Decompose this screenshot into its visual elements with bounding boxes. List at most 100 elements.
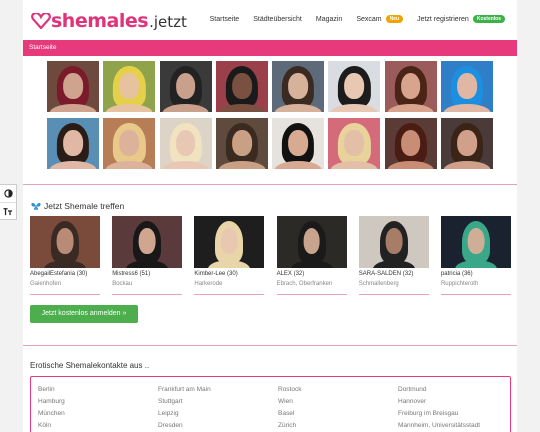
thumb-figure (277, 216, 347, 268)
profile-photo[interactable] (103, 61, 156, 112)
free-badge: Kostenlos (472, 15, 505, 23)
profile-thumbnail[interactable] (194, 216, 265, 268)
photo-face (385, 228, 403, 255)
profile-name[interactable]: ALEX (32) (277, 271, 347, 277)
profile-cards: AbegailEstefania (30) Gaienhofen Mistress6… (30, 216, 511, 295)
photo-face (63, 73, 83, 99)
card-underline (440, 294, 511, 295)
city-link[interactable]: Stuttgart (158, 398, 278, 410)
photo-shoulders (387, 104, 435, 112)
profile-thumbnail[interactable] (440, 216, 511, 268)
profile-location: Bockau (112, 281, 133, 287)
profile-name[interactable]: SARA-SALDEN (32) (359, 271, 429, 277)
nav-register[interactable]: Jetzt registrieren Kostenlos (417, 15, 505, 23)
photo-face (56, 228, 74, 255)
city-column: Frankfurt am Main Stuttgart Leipzig Dresden (158, 386, 278, 432)
photo-row (47, 118, 493, 169)
contrast-button[interactable] (0, 185, 16, 202)
nav-label: Magazin (315, 15, 343, 23)
profile-photo[interactable] (272, 61, 325, 112)
city-link[interactable]: Köln (38, 422, 158, 432)
profile-name[interactable]: AbegailEstefania (30) (30, 271, 100, 277)
main-nav: Startseite Städteübersicht Magazin Sexca… (196, 15, 505, 23)
nav-magazin[interactable]: Magazin (316, 16, 342, 23)
logo-brand: shemales (51, 10, 149, 32)
profile-thumbnail[interactable] (276, 216, 347, 268)
city-link[interactable]: Dresden (158, 422, 278, 432)
city-link[interactable]: Hamburg (38, 398, 158, 410)
photo-shoulders (372, 260, 415, 268)
profile-photo[interactable] (47, 61, 99, 112)
profile-photo[interactable] (384, 61, 437, 112)
profile-photo[interactable] (440, 61, 493, 112)
profile-photo[interactable] (215, 118, 268, 169)
city-link[interactable]: Leipzig (158, 410, 278, 422)
profile-thumbnail[interactable] (112, 216, 183, 268)
nav-startseite[interactable]: Startseite (210, 16, 240, 23)
photo-shoulders (218, 161, 266, 169)
city-link[interactable]: München (38, 410, 158, 422)
profile-thumbnail[interactable] (30, 216, 100, 268)
profile-card[interactable]: ALEX (32) Ebrach, Oberfranken (276, 216, 347, 295)
photo-face (344, 130, 365, 156)
profile-photo[interactable] (328, 61, 381, 112)
photo-shoulders (105, 161, 153, 169)
card-underline (358, 294, 429, 295)
profile-photo[interactable] (384, 118, 437, 169)
city-link[interactable]: Rostock (278, 386, 398, 398)
profile-photo[interactable] (159, 61, 212, 112)
breadcrumb-bar: Startseite (23, 40, 517, 56)
city-link[interactable]: Berlin (38, 386, 158, 398)
card-underline (276, 294, 347, 295)
profile-photo[interactable] (272, 118, 325, 169)
card-underline (194, 294, 265, 295)
photo-shoulders (162, 104, 209, 112)
contrast-icon (3, 189, 13, 198)
profile-photo[interactable] (328, 118, 381, 169)
photo-shoulders (162, 161, 209, 169)
profile-card[interactable]: AbegailEstefania (30) Gaienhofen (30, 216, 100, 295)
profile-photo[interactable] (159, 118, 212, 169)
site-header: shemales .jetzt Startseite Städteübersic… (23, 0, 517, 40)
nav-label: Jetzt registrieren (417, 15, 469, 23)
text-size-button[interactable] (0, 202, 16, 219)
city-link[interactable]: Basel (278, 410, 398, 422)
new-badge: Neu (385, 15, 404, 23)
profile-location: Schmallenberg (358, 281, 399, 287)
photo-shoulders (387, 161, 435, 169)
profile-card[interactable]: Kimber-Lee (30) Harkerode (194, 216, 265, 295)
city-link[interactable]: Wien (278, 398, 398, 410)
city-link[interactable]: Mannheim, Universitätsstadt (398, 422, 518, 432)
photo-shoulders (274, 161, 322, 169)
photo-shoulders (218, 104, 266, 112)
profile-name[interactable]: patricia (36) (441, 271, 511, 277)
profile-name[interactable]: Mistress6 (51) (112, 271, 182, 277)
city-link[interactable]: Zürich (278, 422, 398, 432)
photo-face (303, 228, 320, 255)
profile-photo[interactable] (215, 61, 268, 112)
profile-name[interactable]: Kimber-Lee (30) (194, 271, 264, 277)
profile-card[interactable]: SARA-SALDEN (32) Schmallenberg (358, 216, 429, 295)
profile-card[interactable]: patricia (36) Ruppichteroth (440, 216, 511, 295)
breadcrumb[interactable]: Startseite (29, 44, 56, 51)
nav-sexcam[interactable]: Sexcam Neu (356, 15, 404, 23)
thumb-figure (359, 216, 429, 268)
city-link[interactable]: Dortmund (398, 386, 518, 398)
nav-staedteuebersicht[interactable]: Städteübersicht (253, 16, 302, 23)
photo-shoulders (290, 260, 333, 268)
photo-shoulders (443, 161, 491, 169)
profile-location: Gaienhofen (30, 281, 62, 287)
profile-photo[interactable] (440, 118, 493, 169)
profile-thumbnail[interactable] (358, 216, 429, 268)
city-link[interactable]: Hannover (398, 398, 518, 410)
profile-card[interactable]: Mistress6 (51) Bockau (112, 216, 183, 295)
register-free-button[interactable]: Jetzt kostenlos anmelden » (30, 305, 138, 323)
profile-photo[interactable] (103, 118, 156, 169)
site-logo[interactable]: shemales .jetzt (31, 9, 187, 33)
card-underline (30, 294, 100, 295)
city-link[interactable]: Frankfurt am Main (158, 386, 278, 398)
photo-shoulders (126, 260, 169, 268)
city-link[interactable]: Freiburg im Breisgau (398, 410, 518, 422)
profile-photo[interactable] (47, 118, 99, 169)
photo-face (400, 73, 421, 99)
